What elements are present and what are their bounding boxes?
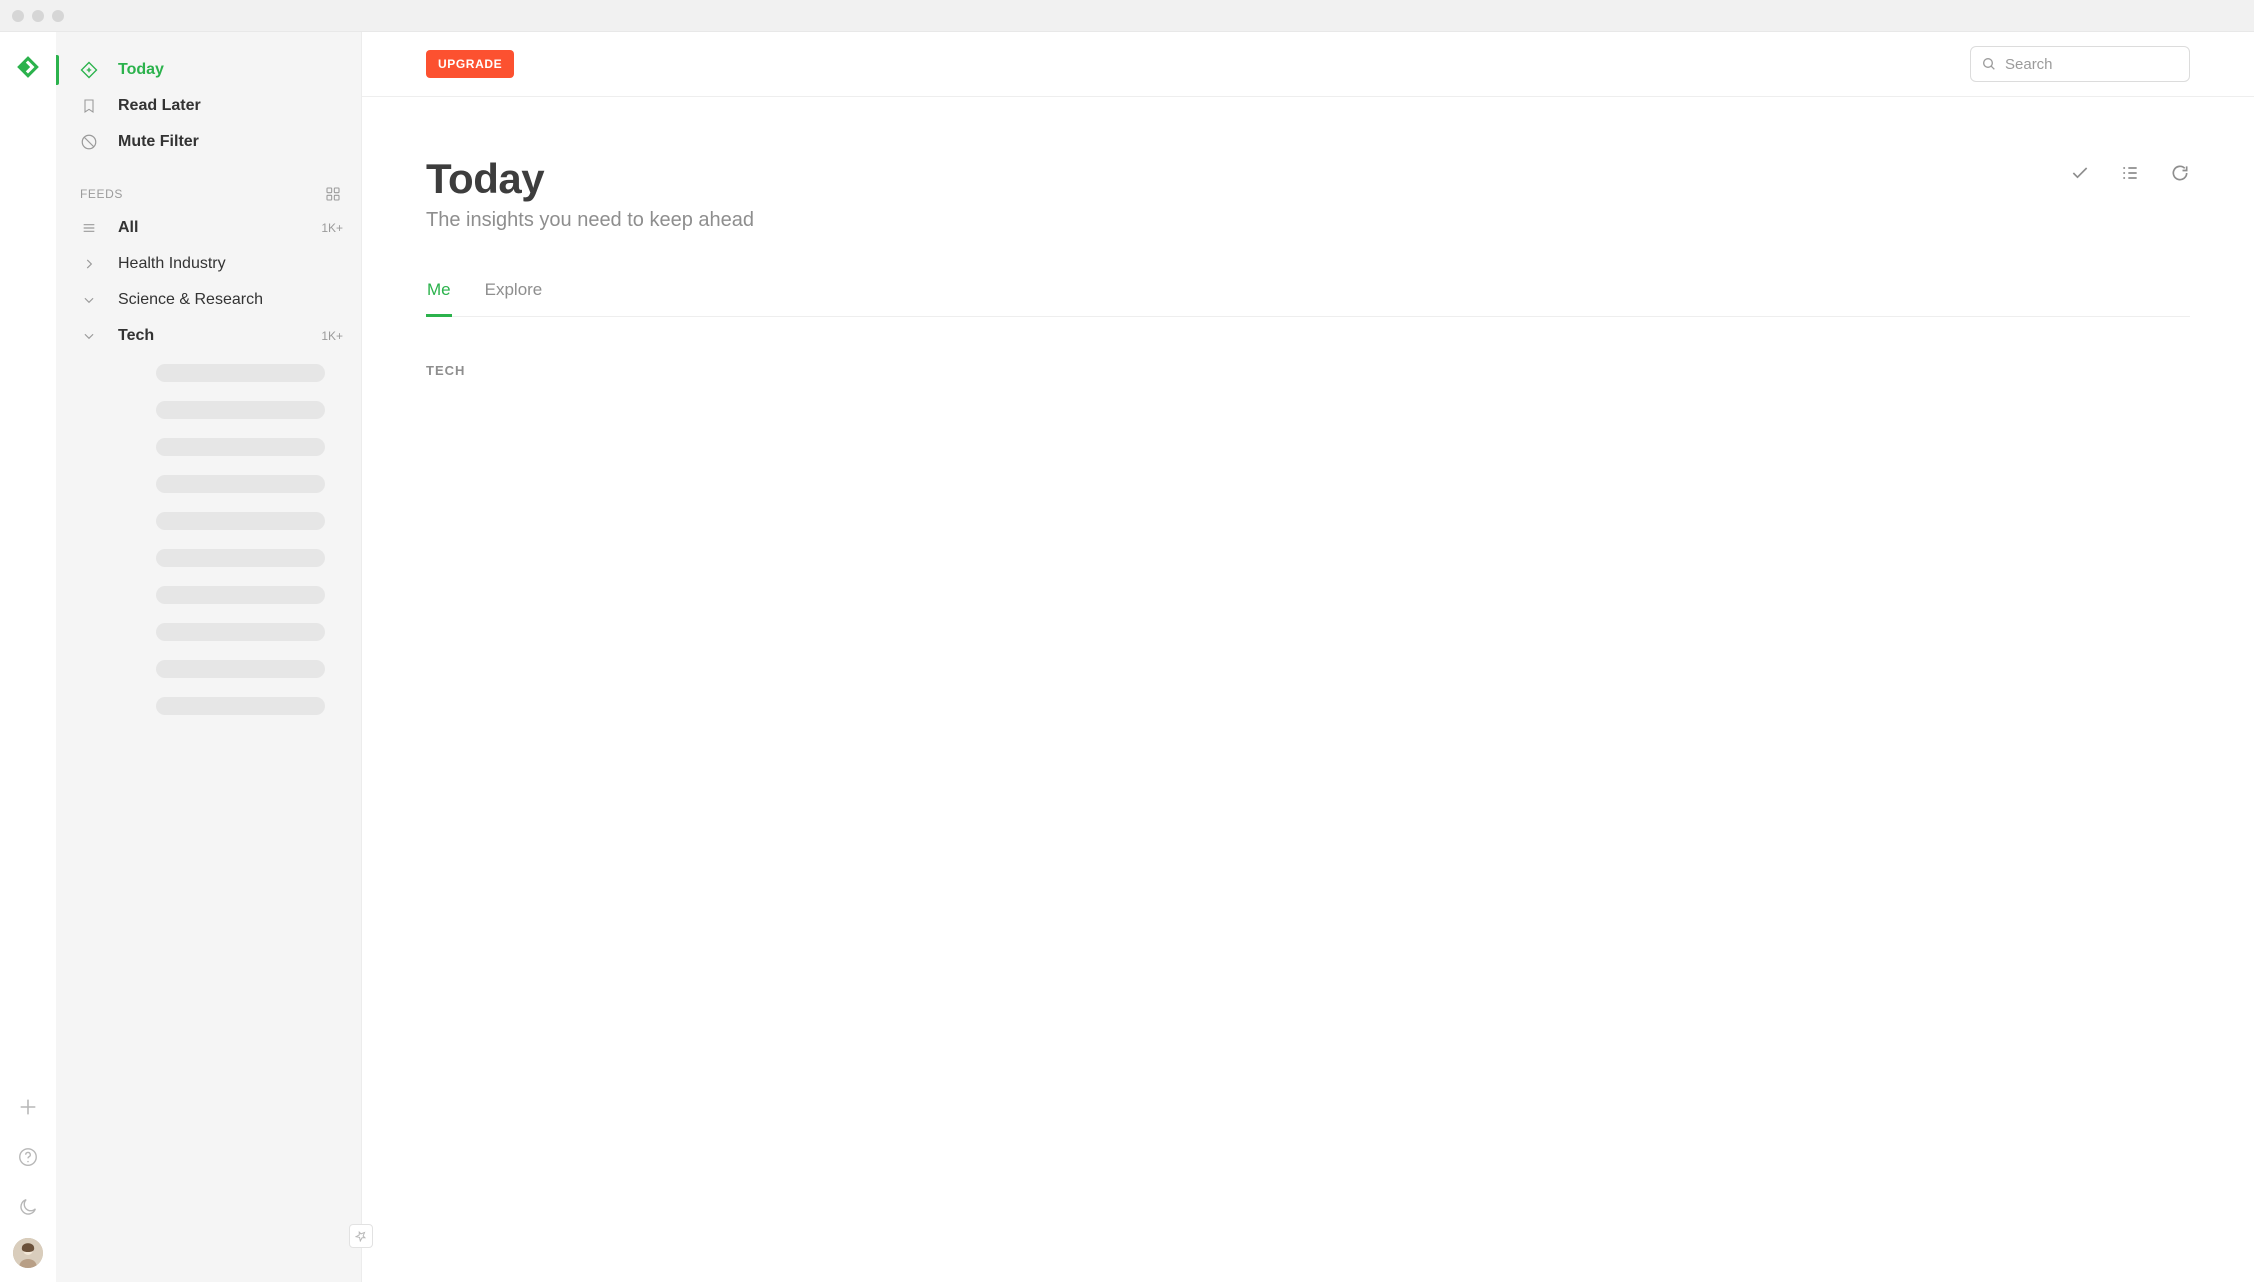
chevron-down-icon: [80, 329, 98, 343]
theme-toggle-button[interactable]: [17, 1196, 39, 1218]
today-icon: [80, 61, 98, 79]
nav-read-later-label: Read Later: [118, 97, 201, 115]
tab-me[interactable]: Me: [426, 280, 452, 317]
mute-icon: [80, 133, 98, 151]
main-content: UPGRADE Today: [362, 32, 2254, 1282]
window-zoom-button[interactable]: [52, 10, 64, 22]
feed-all-label: All: [118, 219, 138, 237]
add-content-button[interactable]: [17, 1096, 39, 1118]
chevron-right-icon: [80, 257, 98, 271]
tab-explore[interactable]: Explore: [484, 280, 544, 316]
feed-tech[interactable]: Tech 1K+: [56, 318, 361, 354]
window-traffic-lights: [12, 10, 64, 22]
user-avatar[interactable]: [13, 1238, 43, 1268]
content-tabs: Me Explore: [426, 280, 2190, 317]
organize-feeds-button[interactable]: [325, 186, 341, 202]
help-button[interactable]: [17, 1146, 39, 1168]
search-box[interactable]: [1970, 46, 2190, 82]
upgrade-button[interactable]: UPGRADE: [426, 50, 514, 78]
page-subtitle: The insights you need to keep ahead: [426, 209, 2190, 232]
feeds-heading: FEEDS: [80, 187, 123, 201]
feed-all[interactable]: All 1K+: [56, 210, 361, 246]
pin-sidebar-button[interactable]: [349, 1224, 373, 1248]
hamburger-icon: [80, 220, 98, 236]
refresh-button[interactable]: [2170, 163, 2190, 183]
feed-health-label: Health Industry: [118, 255, 226, 273]
topbar: UPGRADE: [362, 32, 2254, 97]
sidebar: Today Read Later Mute Filter FEEDS: [56, 32, 362, 1282]
page-toolbar: [2070, 155, 2190, 183]
nav-mute-filter-label: Mute Filter: [118, 133, 199, 151]
nav-today-label: Today: [118, 61, 164, 79]
mark-all-read-button[interactable]: [2070, 163, 2090, 183]
feed-science-label: Science & Research: [118, 291, 263, 309]
page-title: Today: [426, 155, 544, 203]
feed-all-count: 1K+: [321, 221, 343, 235]
feed-health-industry[interactable]: Health Industry: [56, 246, 361, 282]
window-minimize-button[interactable]: [32, 10, 44, 22]
view-options-button[interactable]: [2120, 163, 2140, 183]
window-close-button[interactable]: [12, 10, 24, 22]
chevron-down-icon: [80, 293, 98, 307]
window-titlebar: [0, 0, 2254, 32]
feed-science-research[interactable]: Science & Research: [56, 282, 361, 318]
feed-tech-label: Tech: [118, 327, 154, 345]
section-header-tech: TECH: [426, 363, 2190, 378]
left-rail: [0, 32, 56, 1282]
feed-tech-count: 1K+: [321, 329, 343, 343]
nav-today[interactable]: Today: [56, 52, 361, 88]
feed-loading-skeleton: [56, 354, 361, 734]
search-input[interactable]: [2005, 56, 2179, 73]
nav-read-later[interactable]: Read Later: [56, 88, 361, 124]
app-logo[interactable]: [15, 54, 41, 80]
nav-mute-filter[interactable]: Mute Filter: [56, 124, 361, 160]
search-icon: [1981, 56, 1997, 72]
bookmark-icon: [80, 97, 98, 115]
